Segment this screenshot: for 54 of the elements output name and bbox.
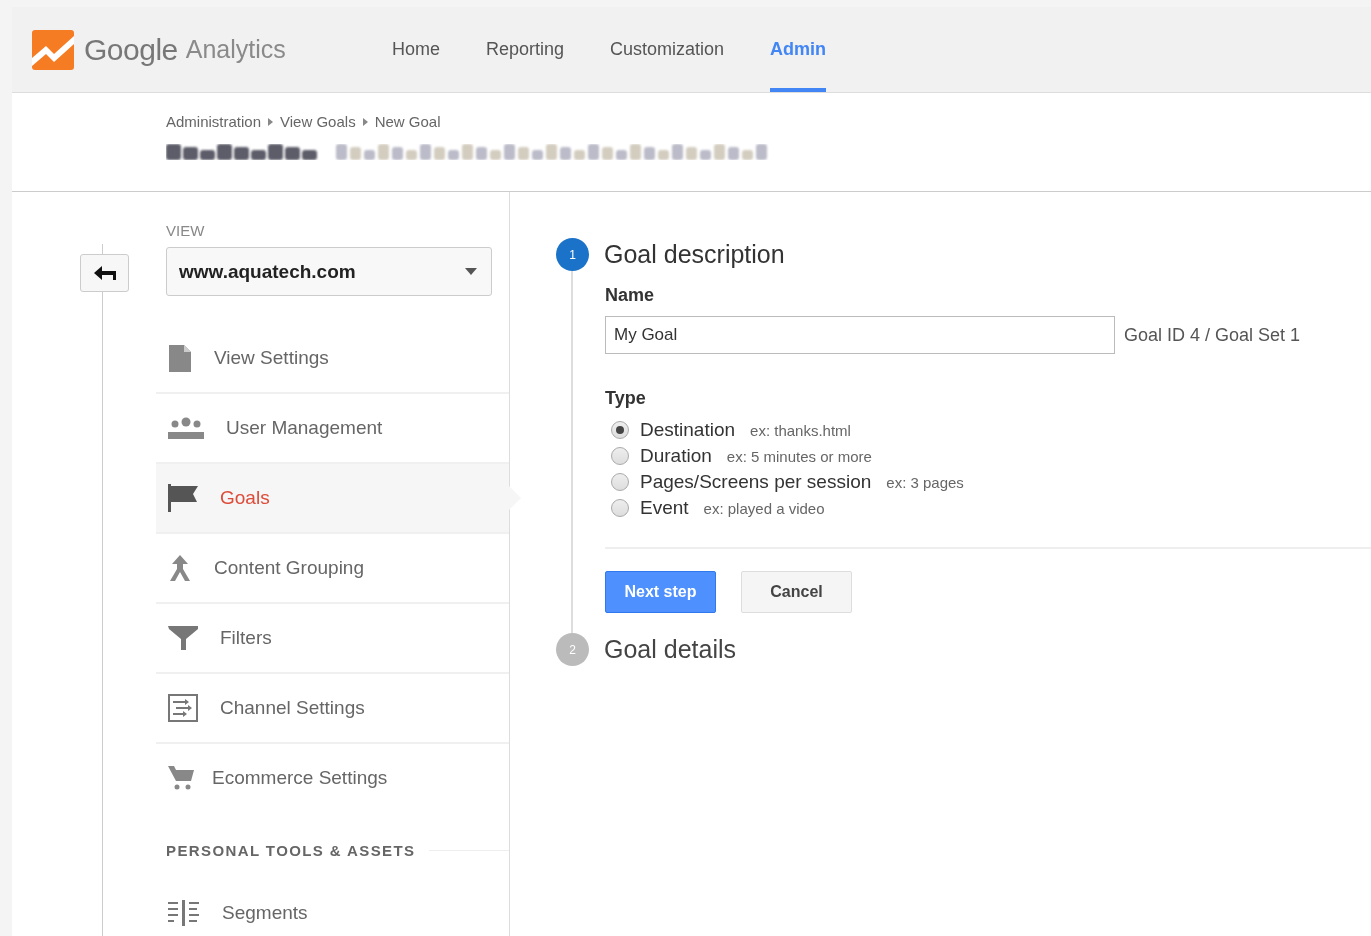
nav-tab[interactable]: Home [392,7,440,92]
goal-id-text: Goal ID 4 / Goal Set 1 [1124,324,1301,346]
logo-icon [32,29,74,70]
segments-icon [168,900,200,926]
step-number: 2 [556,633,589,666]
step-number: 1 [556,238,589,271]
merge-arrow-icon [168,555,192,581]
type-example: ex: played a video [703,500,825,517]
back-button[interactable] [80,254,129,292]
cart-icon [168,766,194,790]
type-label: Event [640,497,689,519]
document-icon [168,344,192,372]
sidebar-item[interactable]: Ecommerce Settings [156,744,509,812]
sidebar-item[interactable]: Channel Settings [156,674,509,744]
caret-icon [465,268,477,275]
type-label: Destination [640,419,736,441]
type-example: ex: 3 pages [886,474,964,491]
breadcrumb-link[interactable]: View Goals [280,113,356,130]
type-example: ex: 5 minutes or more [726,448,872,465]
product-name: Analytics [185,35,286,64]
view-label: VIEW [166,222,206,239]
breadcrumb-link[interactable]: New Goal [374,113,441,130]
sidebar-item[interactable]: View Settings [156,324,509,394]
chevron-icon [362,117,368,126]
type-label: Duration [640,445,712,467]
section-title: PERSONAL TOOLS & ASSETS [166,842,416,859]
channel-settings-icon [168,694,198,722]
step-title: Goal description [604,240,785,269]
step-title: Goal details [604,635,737,664]
users-icon [168,417,204,439]
breadcrumb-link[interactable]: Administration [166,113,262,130]
radio-button[interactable] [611,447,629,465]
sidebar-item[interactable]: Content Grouping [156,534,509,604]
cancel-button[interactable]: Cancel [741,571,852,613]
nav-tab[interactable]: Customization [610,7,725,92]
goal-name-field[interactable]: My Goal [605,316,1115,354]
filter-icon [168,626,198,650]
nav-tab[interactable]: Admin [770,7,827,92]
radio-button[interactable] [611,421,629,439]
next-step-button[interactable]: Next step [605,571,716,613]
radio-button[interactable] [611,473,629,491]
nav-tab[interactable]: Reporting [486,7,565,92]
type-example: ex: thanks.html [750,422,851,439]
field-label: Name [605,285,656,306]
brand-name: Google [84,32,178,67]
back-arrow-icon [93,266,116,280]
sidebar-item[interactable]: Segments [156,879,509,936]
field-label: Type [605,388,647,409]
flag-icon [168,484,198,512]
view-dropdown[interactable]: www.aquatech.com [166,247,492,296]
sidebar-item[interactable]: Filters [156,604,509,674]
chevron-icon [268,117,274,126]
type-label: Pages/Screens per session [640,471,872,493]
radio-button[interactable] [611,499,629,517]
